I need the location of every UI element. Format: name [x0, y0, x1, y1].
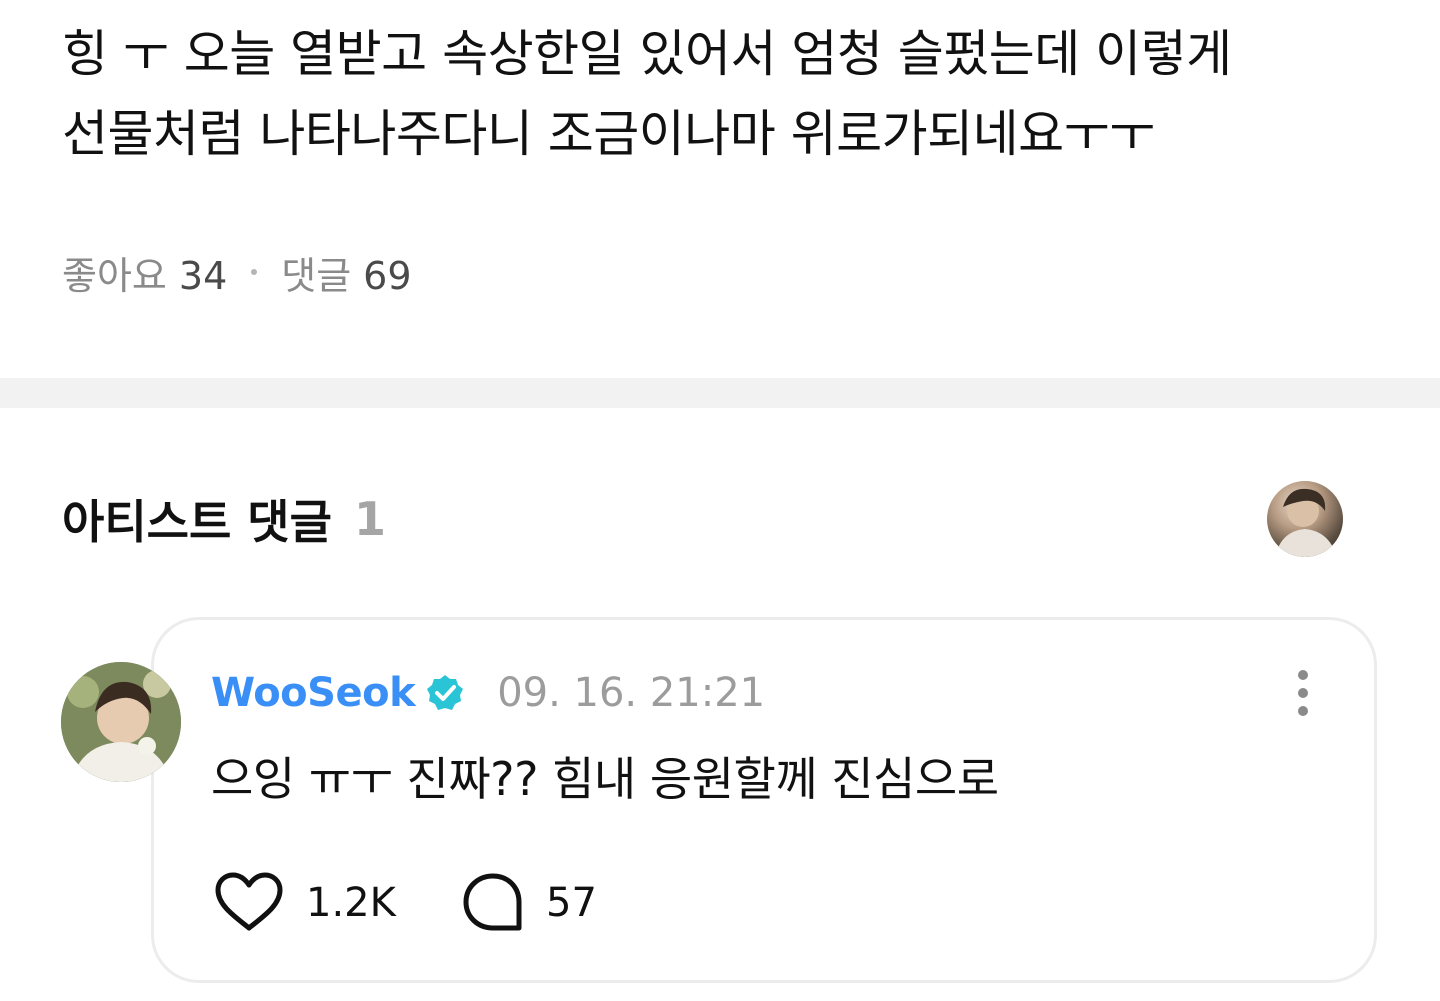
comments-label: 댓글 [281, 253, 352, 298]
comment-header: WooSeok 09. 16. 21:21 [211, 668, 765, 718]
commenter-avatar[interactable] [61, 662, 181, 782]
post-body-line: 힝 ㅜ 오늘 열받고 속상한일 있어서 엄청 슬펐는데 이렇게 [62, 25, 1232, 83]
reply-button[interactable]: 57 [462, 872, 597, 934]
artist-comments-title: 아티스트 댓글 [62, 495, 332, 549]
comments-stat[interactable]: 댓글 69 [281, 245, 411, 300]
post-detail-page: 힝 ㅜ 오늘 열받고 속상한일 있어서 엄청 슬펐는데 이렇게 선물처럼 나타나… [0, 0, 1440, 1001]
post-body-line: 선물처럼 나타나주다니 조금이나마 위로가되네요ㅜㅜ [62, 105, 1155, 163]
artist-avatar-image [1275, 488, 1337, 557]
artist-comments-count: 1 [353, 492, 386, 546]
reply-count: 57 [546, 880, 597, 926]
artist-avatar[interactable] [1267, 481, 1343, 557]
comment-author[interactable]: WooSeok [211, 670, 416, 716]
artist-comments-header: 아티스트 댓글 1 [62, 488, 386, 550]
comments-count: 69 [363, 253, 412, 298]
heart-icon [215, 872, 283, 931]
like-count: 1.2K [306, 880, 396, 926]
comment-timestamp: 09. 16. 21:21 [497, 670, 766, 716]
like-button[interactable]: 1.2K [214, 872, 396, 934]
separator-dot [251, 269, 258, 275]
likes-count: 34 [178, 253, 228, 298]
post-body: 힝 ㅜ 오늘 열받고 속상한일 있어서 엄청 슬펐는데 이렇게 선물처럼 나타나… [62, 14, 1382, 174]
likes-label: 좋아요 [62, 253, 167, 298]
likes-stat[interactable]: 좋아요 34 [62, 245, 227, 300]
post-stats: 좋아요 34 댓글 69 [62, 246, 412, 298]
comment-bubble-icon [463, 873, 522, 931]
comment-text: 으잉 ㅠㅜ 진짜?? 힘내 응원할께 진심으로 [211, 752, 999, 806]
verified-badge-icon [425, 673, 465, 713]
section-divider [0, 378, 1440, 408]
more-options-icon[interactable] [1290, 668, 1316, 718]
commenter-avatar-image [61, 662, 181, 782]
